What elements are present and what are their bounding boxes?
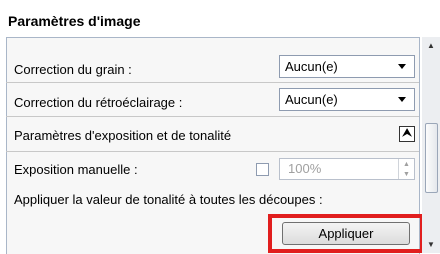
- backlight-correction-label: Correction du rétroéclairage :: [14, 95, 183, 110]
- spin-buttons: ▲ ▼: [398, 159, 414, 179]
- divider: [6, 82, 419, 83]
- grain-correction-label: Correction du grain :: [14, 62, 132, 77]
- section-title: Paramètres d'image: [8, 13, 141, 29]
- grain-correction-select[interactable]: Aucun(e): [279, 55, 415, 78]
- scroll-thumb[interactable]: [425, 123, 438, 193]
- divider: [6, 116, 419, 117]
- spin-down-icon[interactable]: ▼: [399, 169, 414, 179]
- scroll-down-arrow-icon[interactable]: ▼: [422, 236, 440, 253]
- manual-exposure-label: Exposition manuelle :: [14, 162, 138, 177]
- collapse-section-button[interactable]: ⮝: [399, 126, 415, 142]
- spin-up-icon[interactable]: ▲: [399, 159, 414, 169]
- apply-tone-label: Appliquer la valeur de tonalité à toutes…: [14, 192, 323, 207]
- backlight-correction-select[interactable]: Aucun(e): [279, 88, 415, 111]
- exposure-value: 100%: [288, 161, 322, 176]
- dropdown-arrow-icon: [398, 97, 406, 102]
- apply-button-label: Appliquer: [318, 226, 374, 241]
- exposure-section-title: Paramètres d'exposition et de tonalité: [14, 128, 232, 143]
- scroll-up-arrow-icon[interactable]: ▲: [422, 37, 440, 54]
- manual-exposure-checkbox[interactable]: [256, 163, 269, 176]
- double-chevron-up-icon: ⮝: [402, 127, 412, 139]
- divider: [6, 151, 419, 152]
- exposure-spinbox[interactable]: 100% ▲ ▼: [279, 158, 415, 180]
- backlight-correction-value: Aucun(e): [285, 92, 338, 107]
- dropdown-arrow-icon: [398, 64, 406, 69]
- apply-button[interactable]: Appliquer: [282, 222, 410, 245]
- grain-correction-value: Aucun(e): [285, 59, 338, 74]
